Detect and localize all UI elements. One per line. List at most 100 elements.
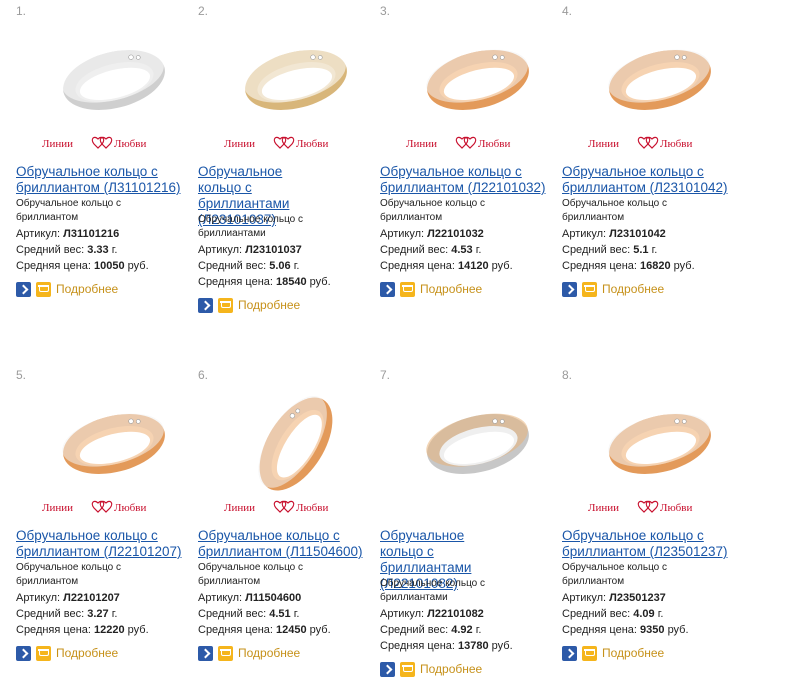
weight-value: 3.33: [87, 244, 109, 256]
price-line: Средняя цена: 18540 руб.: [198, 274, 331, 290]
price-unit: руб.: [673, 260, 695, 272]
arrow-right-icon[interactable]: [16, 646, 31, 661]
article-value: Л11504600: [245, 592, 302, 604]
item-number: 1.: [16, 4, 27, 18]
cart-icon[interactable]: [582, 646, 597, 661]
svg-text:Любви: Любви: [660, 502, 692, 514]
weight-unit: г.: [111, 244, 118, 256]
weight-unit: г.: [475, 624, 482, 636]
item-number: 4.: [562, 4, 573, 18]
details-link[interactable]: Подробнее: [420, 282, 482, 297]
brand-logo: Линии: [224, 138, 255, 150]
weight-value: 4.53: [451, 244, 473, 256]
weight-label: Средний вес:: [198, 608, 267, 620]
article-line: Артикул: Л23101042: [562, 226, 666, 242]
cart-icon[interactable]: [582, 282, 597, 297]
product-title-link[interactable]: Обручальное кольцо с бриллиантом (Л23501…: [562, 528, 744, 560]
svg-text:Любви: Любви: [114, 138, 146, 150]
details-link[interactable]: Подробнее: [420, 662, 482, 677]
cart-icon[interactable]: [218, 646, 233, 661]
product-description: Обручальное кольцо с бриллиантом: [380, 198, 486, 223]
details-link[interactable]: Подробнее: [56, 282, 118, 297]
weight-label: Средний вес:: [380, 624, 449, 636]
details-link[interactable]: Подробнее: [56, 646, 118, 661]
svg-text:Любви: Любви: [114, 502, 146, 514]
brand-logo: Линии: [42, 138, 73, 150]
arrow-right-icon[interactable]: [380, 662, 395, 677]
weight-value: 5.1: [633, 244, 649, 256]
article-label: Артикул:: [16, 592, 61, 604]
article-value: Л31101216: [63, 228, 120, 240]
weight-label: Средний вес:: [198, 260, 267, 272]
weight-unit: г.: [293, 260, 300, 272]
details-link[interactable]: Подробнее: [602, 646, 664, 661]
cart-icon[interactable]: [36, 282, 51, 297]
cart-icon[interactable]: [36, 646, 51, 661]
article-label: Артикул:: [198, 244, 243, 256]
product-image[interactable]: [404, 382, 552, 520]
weight-line: Средний вес: 5.1 г.: [562, 242, 657, 258]
price-unit: руб.: [309, 276, 331, 288]
arrow-right-icon[interactable]: [198, 646, 213, 661]
price-line: Средняя цена: 9350 руб.: [562, 622, 689, 638]
product-title-link[interactable]: Обручальное кольцо с бриллиантом (Л23101…: [562, 164, 744, 196]
price-value: 14120: [458, 260, 489, 272]
heart-icon: [91, 136, 105, 149]
cart-icon[interactable]: [400, 282, 415, 297]
arrow-right-icon[interactable]: [562, 282, 577, 297]
product-title-link[interactable]: Обручальное кольцо с бриллиантом (Л22101…: [16, 528, 198, 560]
weight-line: Средний вес: 4.51 г.: [198, 606, 299, 622]
price-line: Средняя цена: 14120 руб.: [380, 258, 513, 274]
weight-value: 4.09: [633, 608, 655, 620]
item-number: 5.: [16, 368, 27, 382]
weight-value: 4.51: [269, 608, 291, 620]
article-value: Л22101082: [427, 608, 484, 620]
card-actions: Подробнее: [562, 282, 712, 298]
arrow-right-icon[interactable]: [380, 282, 395, 297]
weight-unit: г.: [293, 608, 300, 620]
price-label: Средняя цена:: [562, 624, 637, 636]
arrow-right-icon[interactable]: [16, 282, 31, 297]
article-line: Артикул: Л22101082: [380, 606, 484, 622]
product-image[interactable]: Линии Любви: [40, 382, 188, 520]
weight-unit: г.: [657, 608, 664, 620]
product-image[interactable]: Линии Любви: [222, 18, 370, 156]
details-link[interactable]: Подробнее: [238, 646, 300, 661]
item-number: 3.: [380, 4, 391, 18]
product-image[interactable]: Линии Любви: [40, 18, 188, 156]
price-unit: руб.: [309, 624, 331, 636]
article-value: Л23101042: [609, 228, 666, 240]
product-title-link[interactable]: Обручальное кольцо с бриллиантом (Л11504…: [198, 528, 380, 560]
weight-label: Средний вес:: [16, 244, 85, 256]
weight-unit: г.: [475, 244, 482, 256]
product-title-link[interactable]: Обручальное кольцо с бриллиантом (Л22101…: [380, 164, 562, 196]
cart-icon[interactable]: [218, 298, 233, 313]
arrow-right-icon[interactable]: [198, 298, 213, 313]
price-label: Средняя цена:: [380, 640, 455, 652]
cart-icon[interactable]: [400, 662, 415, 677]
price-value: 16820: [640, 260, 671, 272]
product-title-link[interactable]: Обручальное кольцо с бриллиантом (Л31101…: [16, 164, 198, 196]
article-label: Артикул:: [562, 592, 607, 604]
price-unit: руб.: [667, 624, 689, 636]
brand-logo: Линии: [406, 138, 437, 150]
weight-unit: г.: [651, 244, 658, 256]
product-image[interactable]: Линии Любви: [404, 18, 552, 156]
product-description: Обручальное кольцо с бриллиантом: [16, 562, 122, 587]
price-value: 9350: [640, 624, 665, 636]
weight-line: Средний вес: 4.53 г.: [380, 242, 481, 258]
svg-text:Любви: Любви: [296, 138, 328, 150]
details-link[interactable]: Подробнее: [238, 298, 300, 313]
price-value: 13780: [458, 640, 489, 652]
product-image[interactable]: Линии Любви: [586, 382, 734, 520]
details-link[interactable]: Подробнее: [602, 282, 664, 297]
article-label: Артикул:: [380, 228, 425, 240]
price-label: Средняя цена:: [198, 276, 273, 288]
svg-text:Любви: Любви: [296, 502, 328, 514]
arrow-right-icon[interactable]: [562, 646, 577, 661]
card-actions: Подробнее: [198, 646, 348, 662]
article-line: Артикул: Л23501237: [562, 590, 666, 606]
product-image[interactable]: Линии Любви: [586, 18, 734, 156]
product-image[interactable]: Линии Любви: [222, 382, 370, 520]
card-actions: Подробнее: [198, 298, 348, 314]
